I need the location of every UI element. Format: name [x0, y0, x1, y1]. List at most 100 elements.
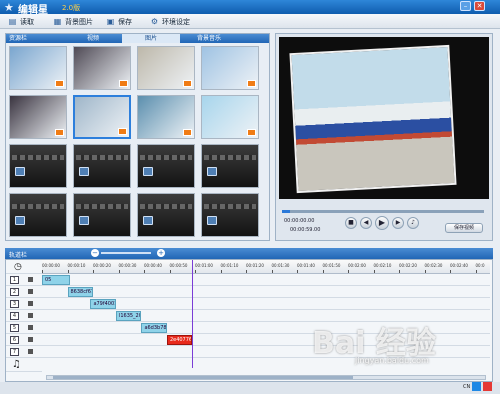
track-number-icon[interactable]: 5	[10, 324, 19, 332]
image-thumbnail[interactable]	[137, 95, 195, 139]
timeline-clock-header: ◷	[6, 260, 42, 274]
playhead[interactable]	[192, 260, 194, 368]
timeline-clip[interactable]: l1635_20l	[115, 311, 142, 321]
zoom-in-button[interactable]: +	[157, 249, 165, 257]
image-thumbnail[interactable]	[201, 46, 259, 90]
timeline-scrollbar[interactable]	[46, 375, 486, 380]
background-image-button[interactable]: ▦ 背景图片	[53, 16, 93, 27]
track-lock-icon[interactable]	[28, 289, 33, 294]
ime-icon[interactable]	[472, 382, 482, 391]
track-lane-header: 1	[6, 274, 42, 286]
prev-button[interactable]: ◀	[360, 217, 372, 229]
tab-images[interactable]: 图片	[122, 34, 180, 43]
save-button[interactable]: ▣ 保存	[106, 16, 132, 27]
track-lock-icon[interactable]	[28, 313, 33, 318]
empty-thumbnail-slot[interactable]	[137, 193, 195, 237]
ruler-tick-mark	[399, 270, 400, 273]
stop-button[interactable]: ■	[345, 217, 357, 229]
ruler-tick-label: 00:00:10	[67, 263, 86, 268]
track-number-icon[interactable]: 7	[10, 348, 19, 356]
ruler-tick-mark	[220, 270, 222, 273]
image-type-icon	[183, 80, 192, 87]
zoom-slider[interactable]	[101, 252, 151, 254]
tab-music[interactable]: 背景音乐	[180, 34, 238, 43]
close-button[interactable]: ✕	[474, 1, 485, 11]
timeline-clip[interactable]: 8638cf67	[67, 287, 93, 297]
track-lane-header: 7	[6, 346, 42, 358]
preview-screen	[279, 37, 489, 199]
filmstrip-icon	[12, 155, 64, 160]
image-thumbnail[interactable]	[201, 95, 259, 139]
ruler-tick-mark	[322, 270, 324, 273]
track-number-icon[interactable]: 6	[10, 336, 19, 344]
minimize-button[interactable]: –	[460, 1, 471, 11]
track-lock-icon[interactable]	[28, 337, 33, 342]
resource-tabs: 视频 图片 背景音乐	[64, 34, 238, 43]
track-number-icon[interactable]: 2	[10, 288, 19, 296]
scrollbar-thumb[interactable]	[53, 376, 353, 379]
empty-thumbnail-slot[interactable]	[9, 144, 67, 188]
track-lane-header: 4	[6, 310, 42, 322]
track-lock-icon[interactable]	[28, 325, 33, 330]
zoom-out-button[interactable]: −	[91, 249, 99, 257]
timeline-clip[interactable]: 05	[42, 275, 71, 285]
image-thumbnail[interactable]	[73, 46, 131, 90]
image-thumbnail[interactable]	[137, 46, 195, 90]
volume-button[interactable]: ♪	[407, 217, 419, 229]
image-thumbnail[interactable]	[9, 46, 67, 90]
timeline-clip[interactable]: a6d3b784	[141, 323, 167, 333]
filmstrip-icon	[140, 155, 192, 160]
empty-thumbnail-slot[interactable]	[73, 193, 131, 237]
empty-thumbnail-slot[interactable]	[9, 193, 67, 237]
timeline-clip[interactable]: 2e40776	[166, 335, 193, 345]
settings-button[interactable]: ⚙ 环境设定	[150, 16, 190, 27]
image-type-icon	[183, 129, 192, 136]
ruler-tick-mark	[246, 270, 247, 273]
filmstrip-icon	[204, 155, 256, 160]
star-logo-icon: ★	[4, 1, 14, 14]
track-lane[interactable]: 05	[42, 274, 490, 286]
resource-panel-title: 资源栏	[9, 35, 28, 42]
open-button[interactable]: ▤ 读取	[8, 16, 34, 27]
ruler-tick-label: 00:02:00	[348, 263, 366, 268]
ruler-tick-mark	[475, 270, 477, 273]
app-version: 2.0版	[62, 4, 81, 12]
app-window: ★ 编辑星 2.0版 – ✕ ▤ 读取 ▦ 背景图片 ▣ 保存 ⚙ 环境设定 资…	[0, 0, 500, 394]
tray-app-icon[interactable]	[483, 382, 493, 391]
save-video-button[interactable]: 保存视频	[445, 223, 483, 233]
track-lane[interactable]: a79f4001	[42, 298, 490, 310]
time-ruler[interactable]: 00:00:00 00:00:10 00:00:20 00:00:30 00:00:40…	[42, 260, 490, 274]
ruler-tick-label: 00:01:30	[271, 263, 290, 268]
track-lock-icon[interactable]	[28, 349, 33, 354]
track-lock-icon[interactable]	[28, 277, 33, 282]
image-type-icon	[55, 80, 64, 87]
settings-label: 环境设定	[162, 17, 190, 26]
next-button[interactable]: ▶	[392, 217, 404, 229]
settings-icon: ⚙	[150, 17, 159, 26]
empty-thumbnail-slot[interactable]	[73, 144, 131, 188]
track-panel-header: 轨道栏 − +	[5, 248, 493, 259]
ime-language[interactable]: CN	[463, 384, 470, 390]
play-button[interactable]: ▶	[375, 216, 389, 230]
filmstrip-icon	[140, 204, 192, 209]
empty-thumbnail-slot[interactable]	[137, 144, 195, 188]
track-lock-icon[interactable]	[28, 301, 33, 306]
image-thumbnail[interactable]	[9, 95, 67, 139]
ruler-tick-label: 00:02:10	[373, 263, 392, 268]
music-note-icon: ♫	[12, 359, 21, 370]
tab-video[interactable]: 视频	[64, 34, 122, 43]
ruler-tick-mark	[373, 270, 375, 273]
track-lane[interactable]: 8638cf67	[42, 286, 490, 298]
empty-thumbnail-slot[interactable]	[201, 193, 259, 237]
watermark-url: jingyan.baidu.com	[355, 356, 429, 365]
filmstrip-icon	[76, 155, 128, 160]
track-number-icon[interactable]: 4	[10, 312, 19, 320]
playback-progress[interactable]	[282, 210, 484, 213]
camera-icon	[15, 167, 25, 176]
ruler-tick-mark	[144, 270, 145, 273]
timeline-clip[interactable]: a79f4001	[90, 299, 116, 309]
image-thumbnail[interactable]	[73, 95, 131, 139]
track-number-icon[interactable]: 1	[10, 276, 19, 284]
empty-thumbnail-slot[interactable]	[201, 144, 259, 188]
track-number-icon[interactable]: 3	[10, 300, 19, 308]
